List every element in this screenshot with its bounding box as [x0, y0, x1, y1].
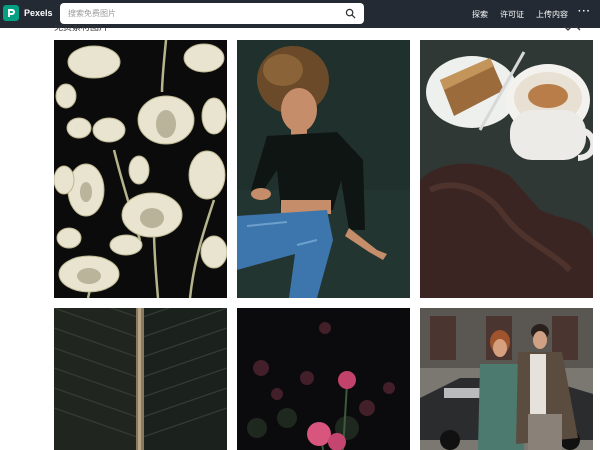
leaf-image [54, 308, 227, 450]
pink-flowers-image [237, 308, 410, 450]
search-icon[interactable] [345, 8, 356, 19]
cake-coffee-image [420, 40, 593, 298]
pexels-logo-icon [8, 9, 15, 17]
more-menu-button[interactable]: ··· [578, 6, 591, 17]
photo-card-couple-car[interactable] [420, 308, 593, 450]
nav-license-link[interactable]: 许可证 [500, 9, 524, 20]
couple-car-image [420, 308, 593, 450]
nav-upload-link[interactable]: 上传内容 [536, 9, 568, 20]
photo-card-woman-jeans[interactable] [237, 40, 410, 298]
photo-card-tulips[interactable] [54, 40, 227, 298]
nav-explore-link[interactable]: 探索 [472, 9, 488, 20]
filter-chevron-icon[interactable] [563, 24, 581, 32]
tulips-image [54, 40, 227, 298]
photo-card-leaf[interactable] [54, 308, 227, 450]
top-navigation-bar: Pexels 搜索免费图片 探索 许可证 上传内容 ··· [0, 0, 600, 28]
photo-card-pink-flowers[interactable] [237, 308, 410, 450]
woman-jeans-image [237, 40, 410, 298]
pexels-logo[interactable] [3, 5, 19, 21]
search-input[interactable]: 搜索免费图片 [68, 8, 116, 19]
brand-name[interactable]: Pexels [24, 8, 53, 18]
search-bar[interactable]: 搜索免费图片 [60, 3, 364, 24]
photo-card-cake-coffee[interactable] [420, 40, 593, 298]
section-title: 免费素材图片 [54, 25, 109, 32]
